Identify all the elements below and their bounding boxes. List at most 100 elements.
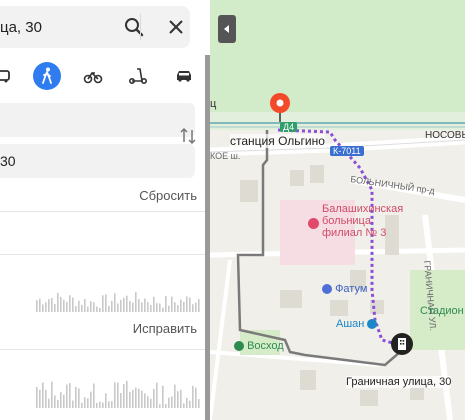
elevation-bar: [141, 302, 143, 312]
elevation-bar: [81, 304, 83, 312]
collapse-panel-button[interactable]: [218, 15, 236, 43]
elevation-bar: [165, 403, 167, 408]
route-from-field[interactable]: [0, 103, 195, 137]
elevation-bar: [183, 403, 185, 408]
elevation-bar: [141, 390, 143, 408]
elevation-bar: [162, 307, 164, 312]
elevation-bar: [45, 389, 47, 408]
elevation-bar: [138, 388, 140, 408]
pedestrian-icon[interactable]: [33, 62, 61, 90]
elevation-bar: [168, 305, 170, 312]
scooter-icon[interactable]: [124, 62, 152, 90]
fatum-poi[interactable]: Фатум: [322, 283, 367, 295]
swap-route-icon[interactable]: [178, 126, 200, 148]
elevation-bar: [138, 299, 140, 312]
elevation-bar: [162, 385, 164, 408]
map-view[interactable]: ц Д4 станция Ольгино НОСОВЫ КОЕ ш. К-701…: [210, 0, 465, 420]
elevation-profile: [36, 292, 200, 312]
elevation-bar: [87, 306, 89, 312]
elevation-profile: [36, 380, 200, 408]
elevation-bar: [69, 383, 71, 408]
destination-label: Граничная улица, 30: [346, 376, 452, 388]
elevation-bar: [93, 383, 95, 408]
route-to-field[interactable]: 30: [0, 144, 195, 178]
elevation-bar: [126, 380, 128, 408]
elevation-bar: [90, 391, 92, 408]
reset-button[interactable]: Сбросить: [139, 188, 197, 203]
elevation-bar: [195, 302, 197, 312]
destination-building-icon[interactable]: [390, 332, 414, 361]
street-label: КОЕ ш.: [210, 151, 241, 161]
elevation-bar: [60, 392, 62, 408]
elevation-bar: [159, 303, 161, 312]
route-panel: ца, 30 30 Сбросить Исправить: [0, 0, 207, 420]
elevation-bar: [111, 300, 113, 312]
close-icon[interactable]: [168, 19, 184, 40]
elevation-bar: [39, 389, 41, 408]
route-option[interactable]: [0, 350, 207, 420]
elevation-bar: [69, 295, 71, 312]
elevation-bar: [117, 303, 119, 312]
elevation-bar: [177, 305, 179, 312]
elevation-bar: [156, 303, 158, 312]
elevation-bar: [51, 298, 53, 312]
elevation-bar: [42, 304, 44, 312]
elevation-bar: [93, 302, 95, 312]
elevation-bar: [192, 304, 194, 312]
elevation-bar: [177, 391, 179, 408]
search-box[interactable]: ца, 30: [0, 6, 190, 48]
elevation-bar: [105, 294, 107, 312]
bicycle-icon[interactable]: [79, 62, 107, 90]
stadium-poi[interactable]: Стадион: [420, 305, 464, 317]
elevation-bar: [198, 399, 200, 408]
elevation-bar: [174, 302, 176, 312]
elevation-bar: [66, 301, 68, 312]
elevation-bar: [84, 397, 86, 408]
elevation-bar: [96, 402, 98, 408]
voshod-poi[interactable]: Восход: [234, 340, 284, 352]
elevation-bar: [165, 295, 167, 312]
taxi-icon[interactable]: [170, 62, 198, 90]
elevation-bar: [102, 295, 104, 312]
elevation-bar: [108, 305, 110, 312]
elevation-bar: [153, 388, 155, 408]
elevation-bar: [42, 382, 44, 408]
elevation-bar: [171, 396, 173, 408]
elevation-bar: [39, 298, 41, 312]
route-option[interactable]: Исправить: [0, 255, 207, 349]
elevation-bar: [183, 301, 185, 312]
ashan-poi[interactable]: Ашан: [336, 318, 378, 330]
elevation-bar: [123, 297, 125, 312]
search-separator: [140, 14, 141, 40]
search-icon[interactable]: [124, 17, 144, 42]
elevation-bar: [72, 297, 74, 312]
fix-route-button[interactable]: Исправить: [133, 321, 197, 336]
elevation-bar: [126, 295, 128, 312]
elevation-bar: [132, 389, 134, 408]
elevation-bar: [105, 393, 107, 408]
start-pin-icon[interactable]: [268, 92, 292, 127]
elevation-bar: [159, 404, 161, 408]
car-icon[interactable]: [0, 62, 16, 90]
elevation-bar: [144, 298, 146, 312]
elevation-bar: [57, 399, 59, 408]
elevation-bar: [75, 386, 77, 408]
elevation-bar: [36, 300, 38, 312]
station-label[interactable]: станция Ольгино: [230, 134, 325, 148]
elevation-bar: [195, 387, 197, 408]
elevation-bar: [75, 306, 77, 312]
search-input[interactable]: ца, 30: [0, 19, 42, 36]
elevation-bar: [72, 400, 74, 408]
chevron-left-icon: [224, 25, 229, 33]
divider: [0, 211, 207, 212]
elevation-bar: [66, 384, 68, 408]
elevation-bar: [90, 301, 92, 312]
elevation-bar: [78, 388, 80, 408]
elevation-bar: [135, 387, 137, 408]
elevation-bar: [129, 391, 131, 408]
elevation-bar: [189, 400, 191, 408]
elevation-bar: [135, 292, 137, 312]
elevation-bar: [186, 296, 188, 312]
elevation-bar: [108, 401, 110, 408]
elevation-bar: [102, 402, 104, 408]
